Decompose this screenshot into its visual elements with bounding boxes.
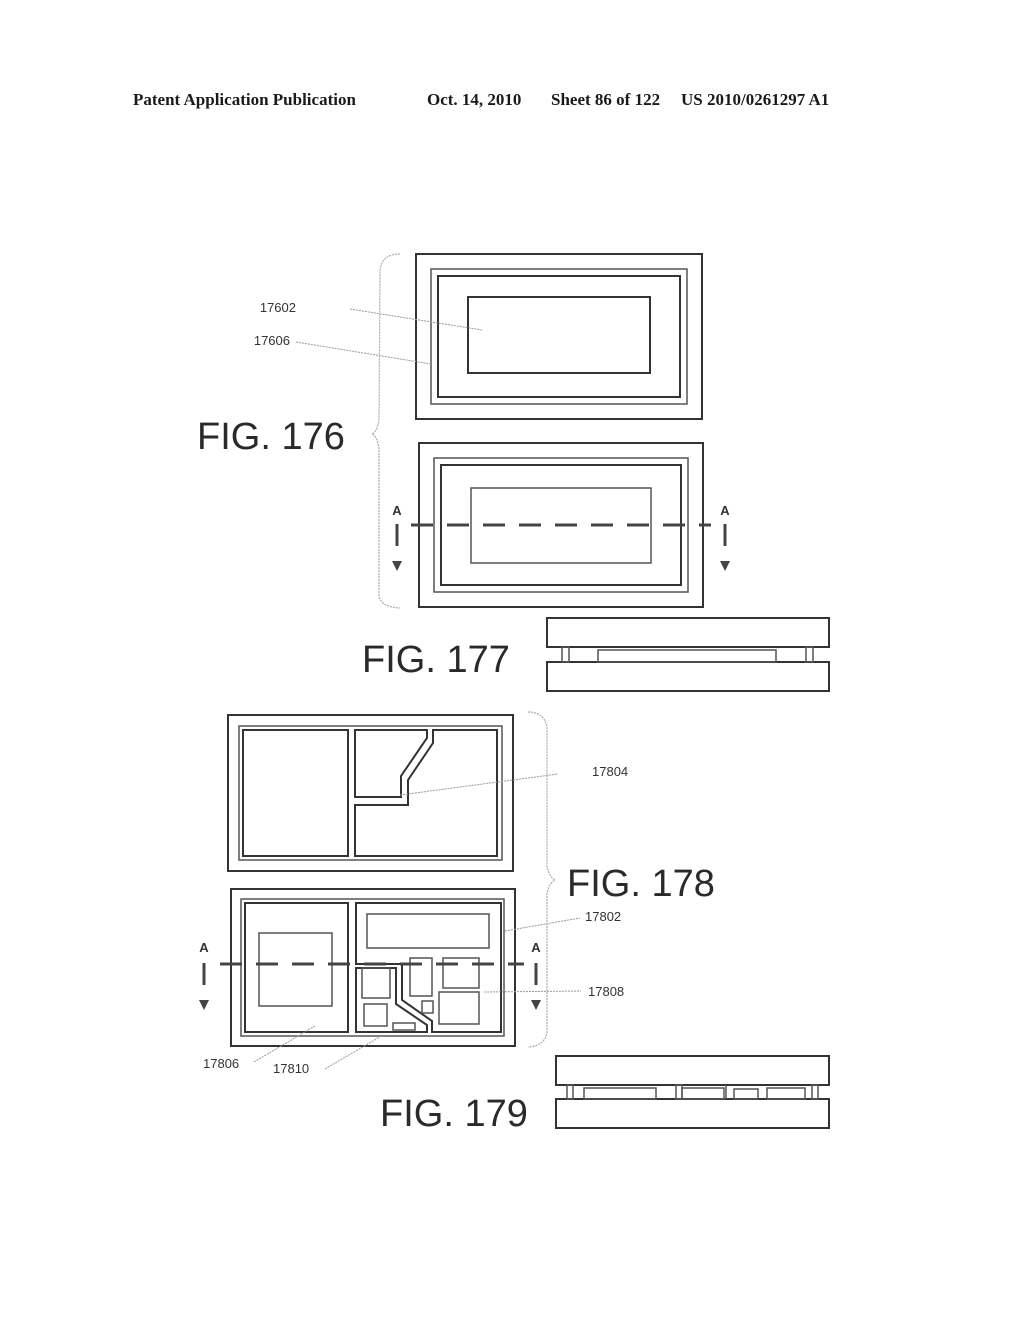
active-area-17602 [467, 296, 651, 374]
ref-17606: 17606 [254, 333, 290, 348]
arrow-down-icon [392, 561, 402, 571]
seal-ring [238, 725, 503, 861]
display-window [366, 913, 490, 949]
bottom-substrate [555, 1098, 830, 1129]
section-label-a: A [199, 940, 209, 955]
arrow-down-icon [531, 1000, 541, 1010]
fig176-brace [370, 253, 401, 609]
top-substrate [555, 1055, 830, 1086]
fig177-cross-section [546, 617, 830, 692]
seal-ring-outer [430, 268, 688, 405]
fig178-top-device [227, 714, 514, 872]
seal-right [811, 1084, 819, 1100]
ref-17806: 17806 [203, 1056, 239, 1071]
right-upper-cell-17804 [354, 729, 428, 798]
section-marker-right: A [720, 503, 730, 571]
seal-left [561, 646, 570, 663]
top-substrate [546, 617, 830, 648]
active-layer [597, 649, 777, 663]
outer-frame [415, 253, 703, 420]
fig176-top-device [415, 253, 703, 420]
component-layer [583, 1087, 657, 1100]
outer-frame [227, 714, 514, 872]
leader-17802 [504, 917, 581, 932]
component-box [421, 1000, 434, 1014]
ref-17810: 17810 [273, 1061, 309, 1076]
seal-ring-inner [437, 275, 681, 398]
fig177-label: FIG. 177 [362, 639, 510, 681]
section-marker-right: A [531, 940, 541, 1010]
right-lower-cell [354, 729, 498, 857]
left-cell [242, 729, 349, 857]
section-label-a: A [531, 940, 541, 955]
fig179-cross-section [555, 1055, 830, 1129]
fig176-label: FIG. 176 [197, 416, 345, 458]
fig178-label: FIG. 178 [567, 863, 715, 905]
component-box [361, 967, 391, 999]
fig178-brace [527, 711, 557, 1048]
right-lower-cell [355, 967, 428, 1033]
component-layer [766, 1087, 806, 1100]
component-layer [681, 1087, 725, 1100]
ref-17602: 17602 [260, 300, 296, 315]
component-box [392, 1022, 416, 1031]
fig179-label: FIG. 179 [380, 1093, 528, 1135]
ref-17808: 17808 [588, 984, 624, 999]
section-label-a: A [392, 503, 402, 518]
arrow-down-icon [199, 1000, 209, 1010]
arrow-down-icon [720, 561, 730, 571]
fig178-bottom-device [230, 888, 516, 1047]
leader-17804 [399, 773, 559, 796]
left-active-17806 [258, 932, 333, 1007]
seal-left [566, 1084, 574, 1100]
seal-middle [675, 1084, 683, 1100]
component-box [363, 1003, 388, 1027]
bottom-substrate [546, 661, 830, 692]
seal-right [805, 646, 814, 663]
leader-17808 [483, 990, 582, 993]
section-marker-left: A [199, 940, 209, 1010]
leader-17606 [295, 341, 432, 365]
ref-17802: 17802 [585, 909, 621, 924]
component-layer [733, 1088, 759, 1100]
leader-17810 [324, 1034, 384, 1070]
component-box-17808 [438, 991, 480, 1025]
section-label-a: A [720, 503, 730, 518]
patent-drawing: 17602 17606 FIG. 176 A A FIG. 177 17804 [197, 253, 830, 1135]
ref-17804: 17804 [592, 764, 628, 779]
section-marker-left: A [392, 503, 402, 571]
